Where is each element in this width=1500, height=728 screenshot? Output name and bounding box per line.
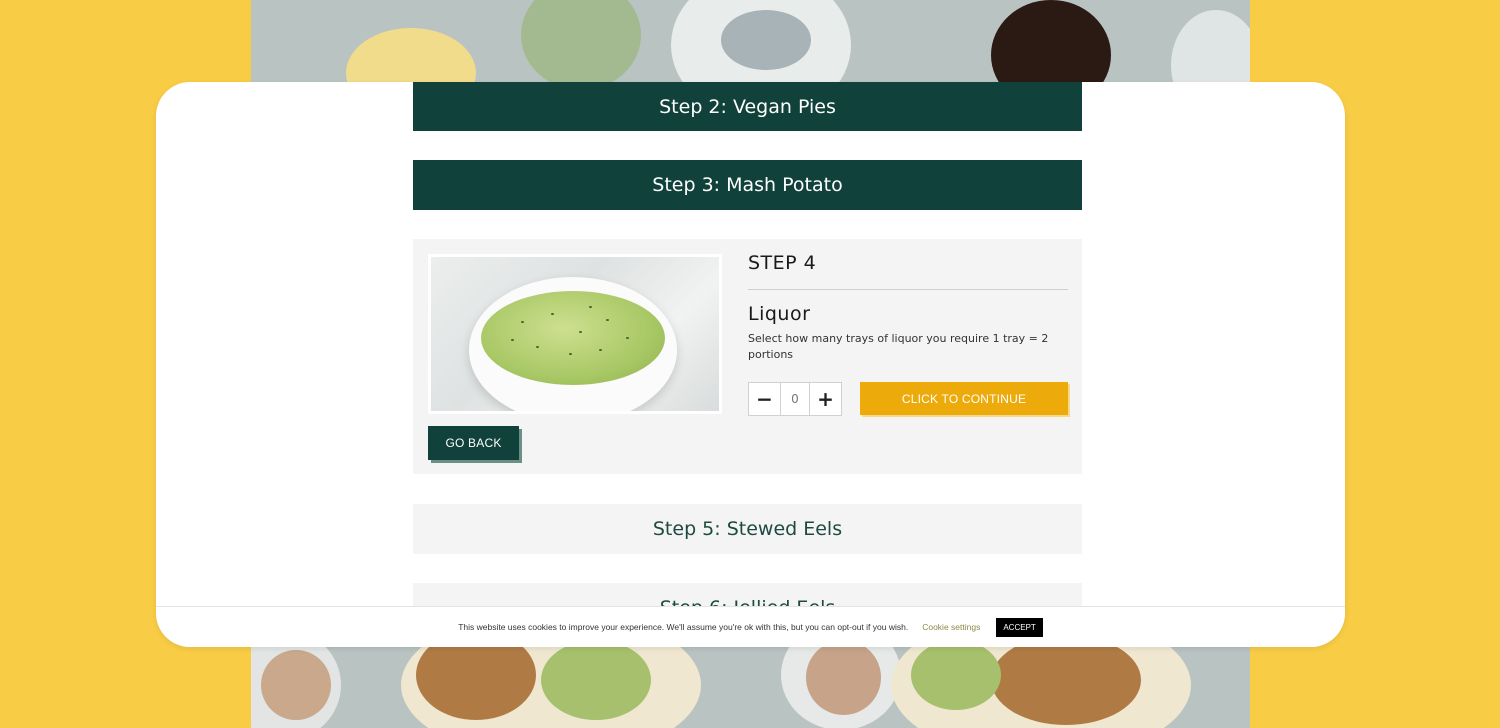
liquor-sauce — [481, 291, 665, 385]
step-2-header[interactable]: Step 2: Vegan Pies — [413, 82, 1082, 131]
order-steps-card: Step 2: Vegan Pies Step 3: Mash Potato G… — [156, 82, 1345, 647]
cookie-settings-link[interactable]: Cookie settings — [922, 622, 980, 632]
step-4-panel: GO BACK STEP 4 Liquor Select how many tr… — [413, 239, 1082, 474]
step-3-header[interactable]: Step 3: Mash Potato — [413, 160, 1082, 210]
step-3-title: Step 3: Mash Potato — [652, 174, 843, 196]
go-back-button[interactable]: GO BACK — [428, 426, 519, 460]
item-title: Liquor — [748, 303, 811, 325]
step-5-header[interactable]: Step 5: Stewed Eels — [413, 504, 1082, 554]
cookie-consent-bar: This website uses cookies to improve you… — [156, 606, 1345, 647]
cookie-message: This website uses cookies to improve you… — [458, 622, 909, 632]
quantity-stepper: − 0 + — [748, 382, 842, 416]
minus-icon[interactable]: − — [749, 383, 780, 415]
continue-button[interactable]: CLICK TO CONTINUE — [860, 382, 1068, 415]
plus-icon[interactable]: + — [810, 383, 841, 415]
step-number-label: STEP 4 — [748, 252, 817, 274]
step-divider — [748, 289, 1068, 290]
step-5-title: Step 5: Stewed Eels — [652, 518, 843, 540]
accept-cookies-button[interactable]: ACCEPT — [996, 617, 1043, 637]
liquor-bowl-image — [428, 254, 722, 414]
quantity-input[interactable]: 0 — [780, 383, 810, 415]
step-2-title: Step 2: Vegan Pies — [659, 95, 836, 118]
item-description: Select how many trays of liquor you requ… — [748, 332, 1049, 361]
